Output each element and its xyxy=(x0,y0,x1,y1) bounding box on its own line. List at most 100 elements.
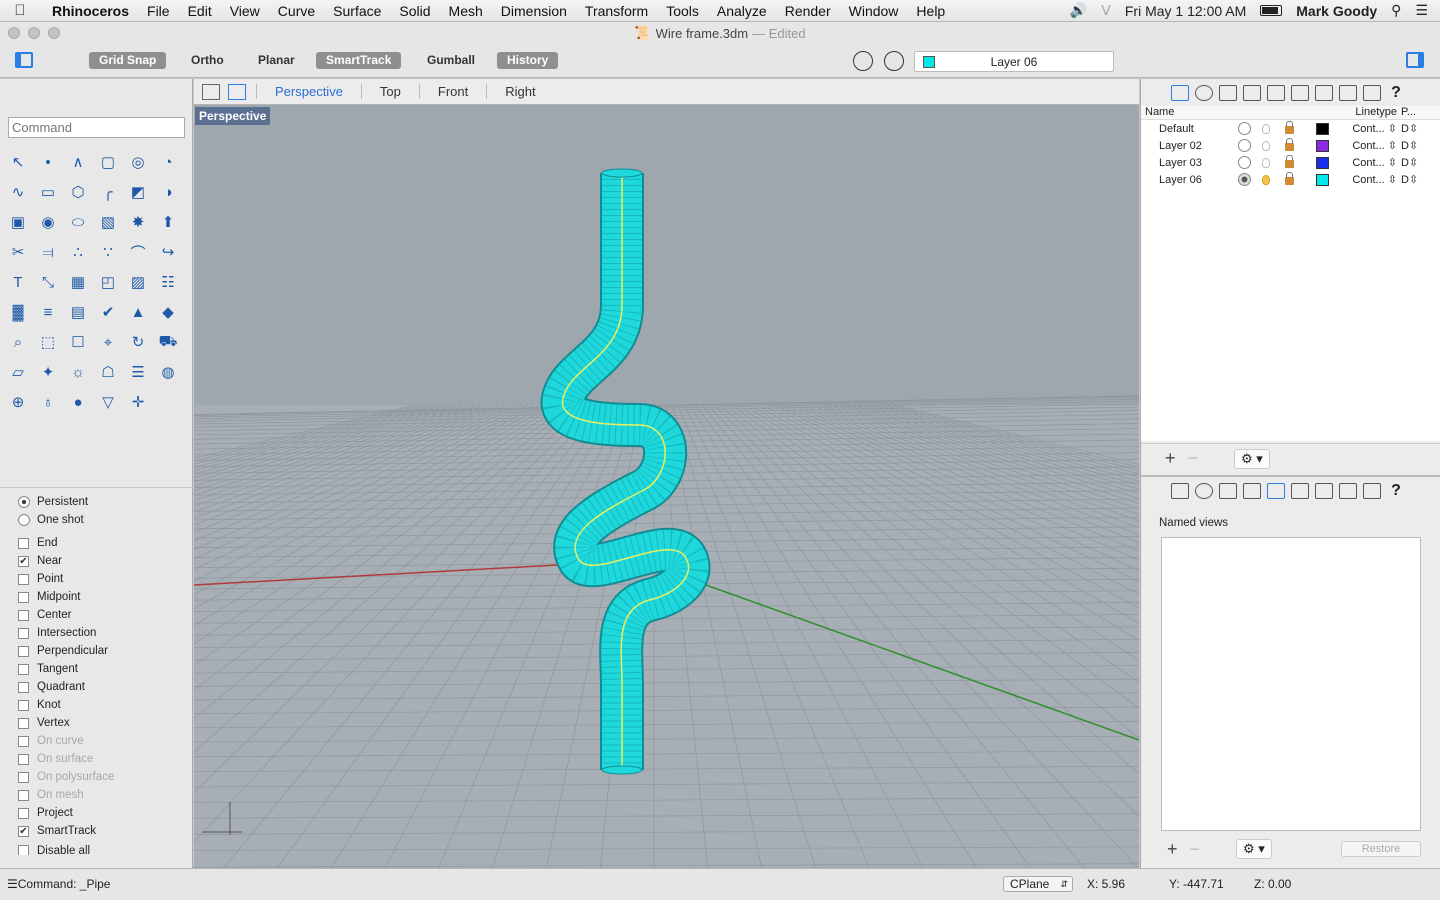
spotlight-search-icon[interactable]: ⚲ xyxy=(1391,2,1401,19)
render-tab-icon[interactable] xyxy=(1291,483,1309,499)
visibility-bulb-icon[interactable] xyxy=(1262,140,1270,151)
menu-dimension[interactable]: Dimension xyxy=(492,3,576,19)
remove-named-view-button[interactable]: − xyxy=(1184,839,1207,860)
ungroup-icon[interactable]: ∵ xyxy=(93,237,123,267)
check-icon[interactable]: ✔ xyxy=(93,297,123,327)
car-icon[interactable]: ⛟ xyxy=(153,327,183,357)
boolean-icon[interactable]: ◉ xyxy=(33,207,63,237)
apple-menu-icon[interactable]:  xyxy=(0,2,40,19)
osnap-on-curve[interactable]: On curve xyxy=(18,732,188,750)
single-view-layout-icon[interactable] xyxy=(228,83,246,100)
polygon-icon[interactable]: ⬡ xyxy=(63,177,93,207)
object-snap-icon[interactable] xyxy=(884,51,904,71)
menu-surface[interactable]: Surface xyxy=(324,3,390,19)
light-icon[interactable]: ☼ xyxy=(63,357,93,387)
monitor-tab-icon[interactable] xyxy=(1363,85,1381,101)
menu-app[interactable]: Rhinoceros xyxy=(40,3,138,19)
menu-window[interactable]: Window xyxy=(840,3,908,19)
current-layer-radio-icon[interactable] xyxy=(1237,173,1251,186)
zoom-extents-icon[interactable]: ☐ xyxy=(63,327,93,357)
group-icon[interactable]: ∴ xyxy=(63,237,93,267)
battery-icon[interactable] xyxy=(1260,5,1283,16)
osnap-one-shot[interactable]: One shot xyxy=(18,511,188,529)
four-view-layout-icon[interactable] xyxy=(202,83,220,100)
menu-user[interactable]: Mark Goody xyxy=(1296,3,1377,19)
perspective-viewport[interactable]: Perspective xyxy=(194,105,1139,868)
osnap-project[interactable]: Project xyxy=(18,804,188,822)
layer-print[interactable]: D⇳ xyxy=(1401,139,1425,152)
globe-icon[interactable]: ♁ xyxy=(33,387,63,417)
close-window-button[interactable] xyxy=(8,27,20,39)
tab-front[interactable]: Front xyxy=(418,84,486,99)
visibility-bulb-icon[interactable] xyxy=(1262,174,1270,185)
layer-row[interactable]: Layer 03 Cont... ⇳ D⇳ xyxy=(1141,154,1440,171)
menu-render[interactable]: Render xyxy=(776,3,840,19)
tab-perspective[interactable]: Perspective xyxy=(256,84,361,99)
box-icon[interactable]: ▣ xyxy=(3,207,33,237)
shade-icon[interactable]: ▲ xyxy=(123,297,153,327)
add-layer-button[interactable]: + xyxy=(1159,448,1182,469)
trim-icon[interactable]: ✂ xyxy=(3,237,33,267)
ortho-button[interactable]: Ortho xyxy=(181,52,234,69)
render-icon[interactable]: ◆ xyxy=(153,297,183,327)
arc-icon[interactable]: ⌒ xyxy=(123,237,153,267)
notification-center-icon[interactable]: ☰ xyxy=(1415,2,1428,19)
named-views-tab-icon[interactable] xyxy=(1267,85,1285,101)
layer-row[interactable]: Default Cont... ⇳ D⇳ xyxy=(1141,120,1440,137)
command-input[interactable] xyxy=(8,117,185,138)
layer-linetype[interactable]: Cont... ⇳ xyxy=(1343,156,1401,169)
osnap-persistent[interactable]: Persistent xyxy=(18,493,188,511)
objects-tab-icon[interactable] xyxy=(1243,483,1261,499)
zoom-icon[interactable]: ⌕ xyxy=(3,327,33,357)
gumball-icon[interactable]: ✛ xyxy=(123,387,153,417)
layer-options-gear-icon[interactable]: ⚙ ▾ xyxy=(1234,448,1270,469)
volume-icon[interactable]: 🔊 xyxy=(1070,2,1087,19)
layer-linetype[interactable]: Cont... ⇳ xyxy=(1343,122,1401,135)
col-name[interactable]: Name xyxy=(1141,106,1233,119)
layer-name[interactable]: Layer 02 xyxy=(1141,140,1233,152)
named-view-options-gear-icon[interactable]: ⚙ ▾ xyxy=(1236,839,1272,859)
zoom-selected-icon[interactable]: ⌖ xyxy=(93,327,123,357)
layer-print[interactable]: D⇳ xyxy=(1401,156,1425,169)
point-icon[interactable]: • xyxy=(33,147,63,177)
layer-print[interactable]: D⇳ xyxy=(1401,173,1425,186)
col-linetype[interactable]: Linetype xyxy=(1343,106,1401,119)
solid-edit-icon[interactable]: ▨ xyxy=(123,267,153,297)
layer-tool-icon[interactable]: ☰ xyxy=(123,357,153,387)
help-tab-icon[interactable]: ? xyxy=(1387,483,1405,499)
menu-edit[interactable]: Edit xyxy=(179,3,221,19)
display-tab-icon[interactable] xyxy=(1315,85,1333,101)
visibility-bulb-icon[interactable] xyxy=(1262,157,1270,168)
layer-print[interactable]: D⇳ xyxy=(1401,122,1425,135)
tab-top[interactable]: Top xyxy=(360,84,419,99)
planar-button[interactable]: Planar xyxy=(248,52,305,69)
edited-indicator[interactable]: — Edited xyxy=(752,26,805,41)
menu-solid[interactable]: Solid xyxy=(390,3,439,19)
left-sidebar-toggle-icon[interactable] xyxy=(15,52,33,68)
properties-tab-icon[interactable] xyxy=(1219,483,1237,499)
osnap-disable-all[interactable]: Disable all xyxy=(18,845,188,855)
surface-edit-icon[interactable]: ◩ xyxy=(123,177,153,207)
cplane-icon[interactable]: ▱ xyxy=(3,357,33,387)
menu-clock[interactable]: Fri May 1 12:00 AM xyxy=(1125,3,1246,19)
osnap-on-polysurface[interactable]: On polysurface xyxy=(18,768,188,786)
menu-view[interactable]: View xyxy=(221,3,269,19)
display-tab-icon[interactable] xyxy=(1315,483,1333,499)
sphere-wire-icon[interactable]: ⊕ xyxy=(3,387,33,417)
mesh-icon[interactable]: ☷ xyxy=(153,267,183,297)
menu-help[interactable]: Help xyxy=(907,3,954,19)
layer-linetype[interactable]: Cont... ⇳ xyxy=(1343,173,1401,186)
layer-linetype[interactable]: Cont... ⇳ xyxy=(1343,139,1401,152)
analyze-icon[interactable]: ≡ xyxy=(33,297,63,327)
history-button[interactable]: History xyxy=(497,52,559,69)
osnap-quadrant[interactable]: Quadrant xyxy=(18,678,188,696)
smarttrack-button[interactable]: SmartTrack xyxy=(316,52,402,69)
add-named-view-button[interactable]: + xyxy=(1161,839,1184,860)
layer-name[interactable]: Default xyxy=(1141,123,1233,135)
color-wheel-icon[interactable]: ◍ xyxy=(153,357,183,387)
osnap-intersection[interactable]: Intersection xyxy=(18,624,188,642)
layer-color-swatch[interactable] xyxy=(1315,139,1329,152)
materials-tab-icon[interactable] xyxy=(1195,85,1213,101)
extrude-icon[interactable]: ⬆ xyxy=(153,207,183,237)
cylinder-icon[interactable]: ⬭ xyxy=(63,207,93,237)
